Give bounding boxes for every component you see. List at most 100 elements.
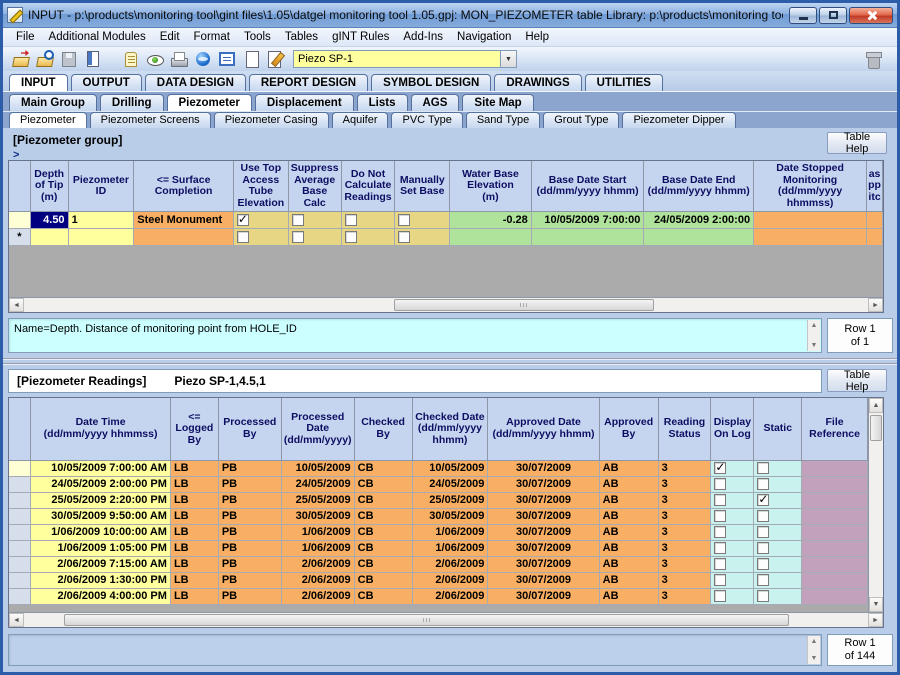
cell[interactable]: CB [354, 572, 412, 588]
cell[interactable] [395, 212, 450, 229]
cell[interactable]: 3 [658, 540, 711, 556]
cell[interactable]: 30/07/2009 [488, 460, 599, 476]
cell[interactable]: 24/05/2009 [281, 476, 354, 492]
tab-ags[interactable]: AGS [411, 94, 460, 111]
table-help-button-readings[interactable]: Table Help [827, 369, 887, 392]
minimize-button[interactable] [789, 7, 817, 24]
scroll-up-icon[interactable]: ▲ [811, 322, 818, 329]
h-scrollbar-thumb[interactable] [394, 299, 654, 311]
table-help-button-group[interactable]: Table Help [827, 132, 887, 154]
menu-item-tables[interactable]: Tables [278, 29, 325, 45]
cell[interactable]: Steel Monument [134, 212, 234, 229]
trash-icon[interactable] [863, 49, 883, 69]
cell[interactable]: AB [599, 556, 658, 572]
row-header[interactable] [9, 556, 31, 572]
cell[interactable]: 30/07/2009 [488, 588, 599, 604]
cell[interactable]: 2/06/2009 [412, 588, 488, 604]
checkbox[interactable] [714, 478, 726, 490]
cell[interactable]: 2/06/2009 [281, 572, 354, 588]
google-earth-icon[interactable] [193, 49, 213, 69]
cell[interactable] [711, 524, 754, 540]
cell[interactable]: 30/05/2009 9:50:00 AM [31, 508, 171, 524]
cell[interactable]: 2/06/2009 1:30:00 PM [31, 572, 171, 588]
checkbox[interactable] [292, 214, 304, 226]
point-selector[interactable]: Piezo SP-1 ▼ [293, 50, 517, 68]
cell[interactable]: 30/07/2009 [488, 540, 599, 556]
checkbox[interactable] [714, 510, 726, 522]
cell[interactable] [802, 460, 868, 476]
menu-item-add-ins[interactable]: Add-Ins [396, 29, 450, 45]
cell[interactable]: PB [218, 492, 281, 508]
cell[interactable]: 30/07/2009 [488, 524, 599, 540]
row-header[interactable]: * [9, 229, 30, 246]
cell[interactable] [341, 212, 395, 229]
menu-item-tools[interactable]: Tools [237, 29, 278, 45]
cell[interactable] [711, 556, 754, 572]
checkbox[interactable] [714, 542, 726, 554]
row-header[interactable] [9, 460, 31, 476]
cell[interactable] [802, 476, 868, 492]
cell[interactable]: 2/06/2009 7:15:00 AM [31, 556, 171, 572]
cell[interactable]: AB [599, 476, 658, 492]
cell[interactable] [802, 508, 868, 524]
cell[interactable]: 24/05/2009 2:00:00 [644, 212, 754, 229]
cell[interactable] [754, 460, 802, 476]
checkbox[interactable] [757, 590, 769, 602]
cell[interactable]: AB [599, 572, 658, 588]
scroll-down-icon[interactable]: ▼ [811, 342, 818, 349]
cell[interactable] [68, 229, 134, 246]
tab-piezometer[interactable]: Piezometer [167, 94, 252, 111]
open-project-icon[interactable] [11, 49, 31, 69]
menu-item-format[interactable]: Format [187, 29, 237, 45]
tab-aquifer[interactable]: Aquifer [332, 112, 389, 128]
tab-input[interactable]: INPUT [9, 74, 68, 91]
tab-sand-type[interactable]: Sand Type [466, 112, 540, 128]
cell[interactable] [867, 229, 883, 246]
cell[interactable]: LB [170, 524, 218, 540]
cell[interactable] [754, 540, 802, 556]
cell[interactable]: 3 [658, 524, 711, 540]
cell[interactable]: AB [599, 524, 658, 540]
cell[interactable]: LB [170, 492, 218, 508]
h-scrollbar-group[interactable]: ◄ ► [9, 297, 883, 312]
tab-drawings[interactable]: DRAWINGS [494, 74, 581, 91]
close-button[interactable] [849, 7, 893, 24]
menu-item-help[interactable]: Help [518, 29, 556, 45]
cell[interactable]: 24/05/2009 2:00:00 PM [31, 476, 171, 492]
cell[interactable]: 2/06/2009 [412, 556, 488, 572]
row-header[interactable] [9, 588, 31, 604]
tab-lists[interactable]: Lists [357, 94, 408, 111]
cell[interactable]: 3 [658, 460, 711, 476]
checkbox[interactable] [757, 494, 769, 506]
cell[interactable]: CB [354, 460, 412, 476]
cell[interactable]: 30/07/2009 [488, 492, 599, 508]
cell[interactable]: 3 [658, 476, 711, 492]
cell[interactable] [802, 572, 868, 588]
cell[interactable]: PB [218, 460, 281, 476]
cell[interactable]: 1/06/2009 [281, 540, 354, 556]
tab-drilling[interactable]: Drilling [100, 94, 164, 111]
cell[interactable]: CB [354, 476, 412, 492]
cell[interactable]: -0.28 [450, 212, 532, 229]
cell[interactable]: PB [218, 588, 281, 604]
tab-report-design[interactable]: REPORT DESIGN [249, 74, 368, 91]
v-scrollbar-thumb[interactable] [870, 415, 882, 441]
cell[interactable] [233, 229, 288, 246]
cell[interactable]: 30/07/2009 [488, 508, 599, 524]
checkbox[interactable] [757, 510, 769, 522]
menu-item-navigation[interactable]: Navigation [450, 29, 518, 45]
cell[interactable]: 25/05/2009 [412, 492, 488, 508]
cell[interactable]: PB [218, 572, 281, 588]
cell[interactable]: 30/07/2009 [488, 476, 599, 492]
cell[interactable]: 30/05/2009 [281, 508, 354, 524]
cell[interactable]: LB [170, 476, 218, 492]
table-list-icon[interactable] [217, 49, 237, 69]
description-scroll[interactable]: ▲▼ [807, 320, 820, 351]
cell[interactable]: 1/06/2009 1:05:00 PM [31, 540, 171, 556]
cell[interactable]: AB [599, 588, 658, 604]
row-header[interactable] [9, 508, 31, 524]
cell[interactable]: 2/06/2009 4:00:00 PM [31, 588, 171, 604]
cell[interactable] [754, 588, 802, 604]
cell[interactable]: PB [218, 540, 281, 556]
cell[interactable]: 3 [658, 556, 711, 572]
